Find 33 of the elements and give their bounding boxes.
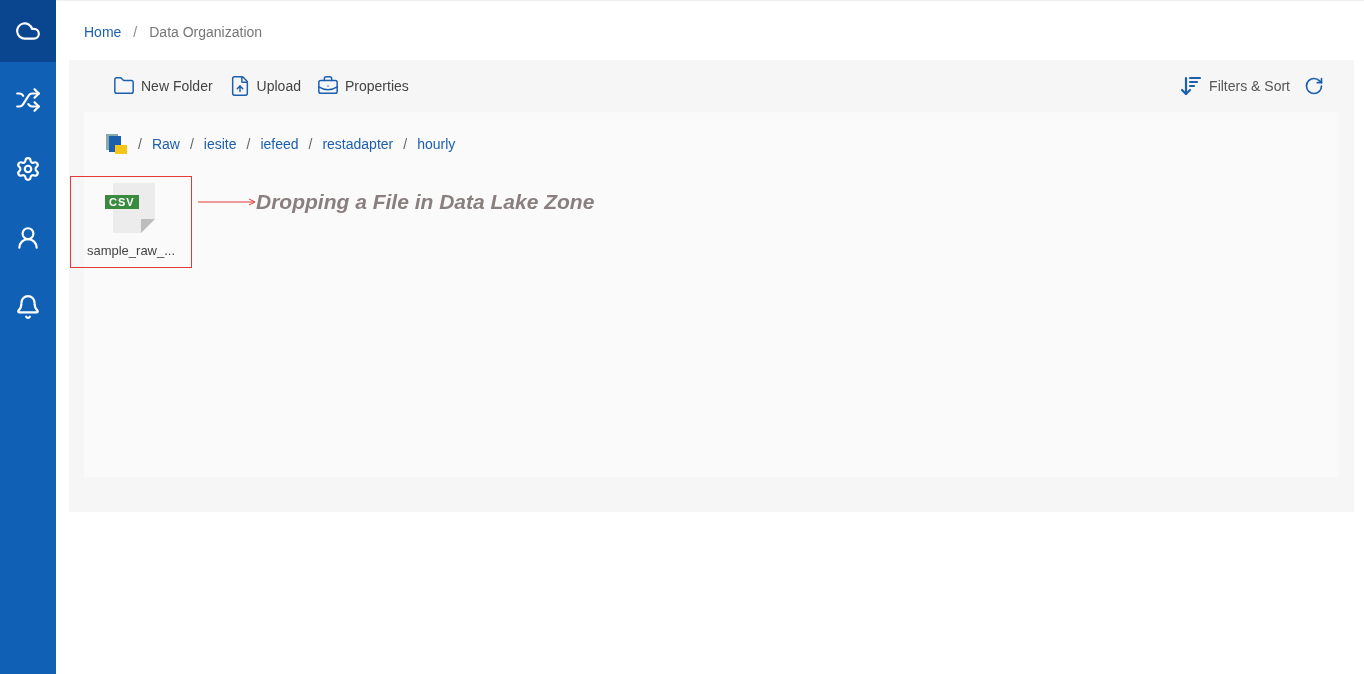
path-separator: / [138,134,142,154]
breadcrumb-link[interactable]: Data Organization [149,21,263,43]
refresh-icon [1304,76,1324,96]
breadcrumb-separator: / [133,22,138,42]
file-type-label: CSV [105,195,139,209]
sidebar-item[interactable] [0,0,56,62]
refresh-button[interactable] [1304,76,1324,96]
toolbar-button[interactable]: New Folder [113,75,213,97]
path-link[interactable]: Raw [151,133,180,155]
filters-sort-button[interactable]: Filters & Sort [1179,74,1290,98]
user-icon [15,225,41,251]
toolbar-button[interactable]: Properties [316,75,409,97]
file-tile[interactable]: CSV sample_raw_... [70,176,192,268]
file-name: sample_raw_... [86,242,176,260]
briefcase-icon [316,75,339,97]
path-link[interactable]: iesite [203,133,237,155]
shuffle-icon [15,87,41,113]
toolbar-button[interactable]: Upload [228,75,301,97]
files-icon [104,132,128,156]
path-separator: / [403,134,408,154]
sort-icon [1179,74,1204,98]
path-separator: / [189,134,194,154]
folder-icon [113,75,135,97]
path-link[interactable]: restadapter [322,133,394,155]
arrow [198,198,256,206]
path-separator: / [308,134,313,154]
path-separator: / [246,134,251,154]
path-link[interactable]: hourly [417,133,456,155]
bell-icon [15,294,41,320]
gear-icon [15,156,41,182]
path-link[interactable]: iefeed [260,133,299,155]
breadcrumb-link[interactable]: Home [84,21,122,43]
annotation-text: Dropping a File in Data Lake Zone [256,189,595,216]
